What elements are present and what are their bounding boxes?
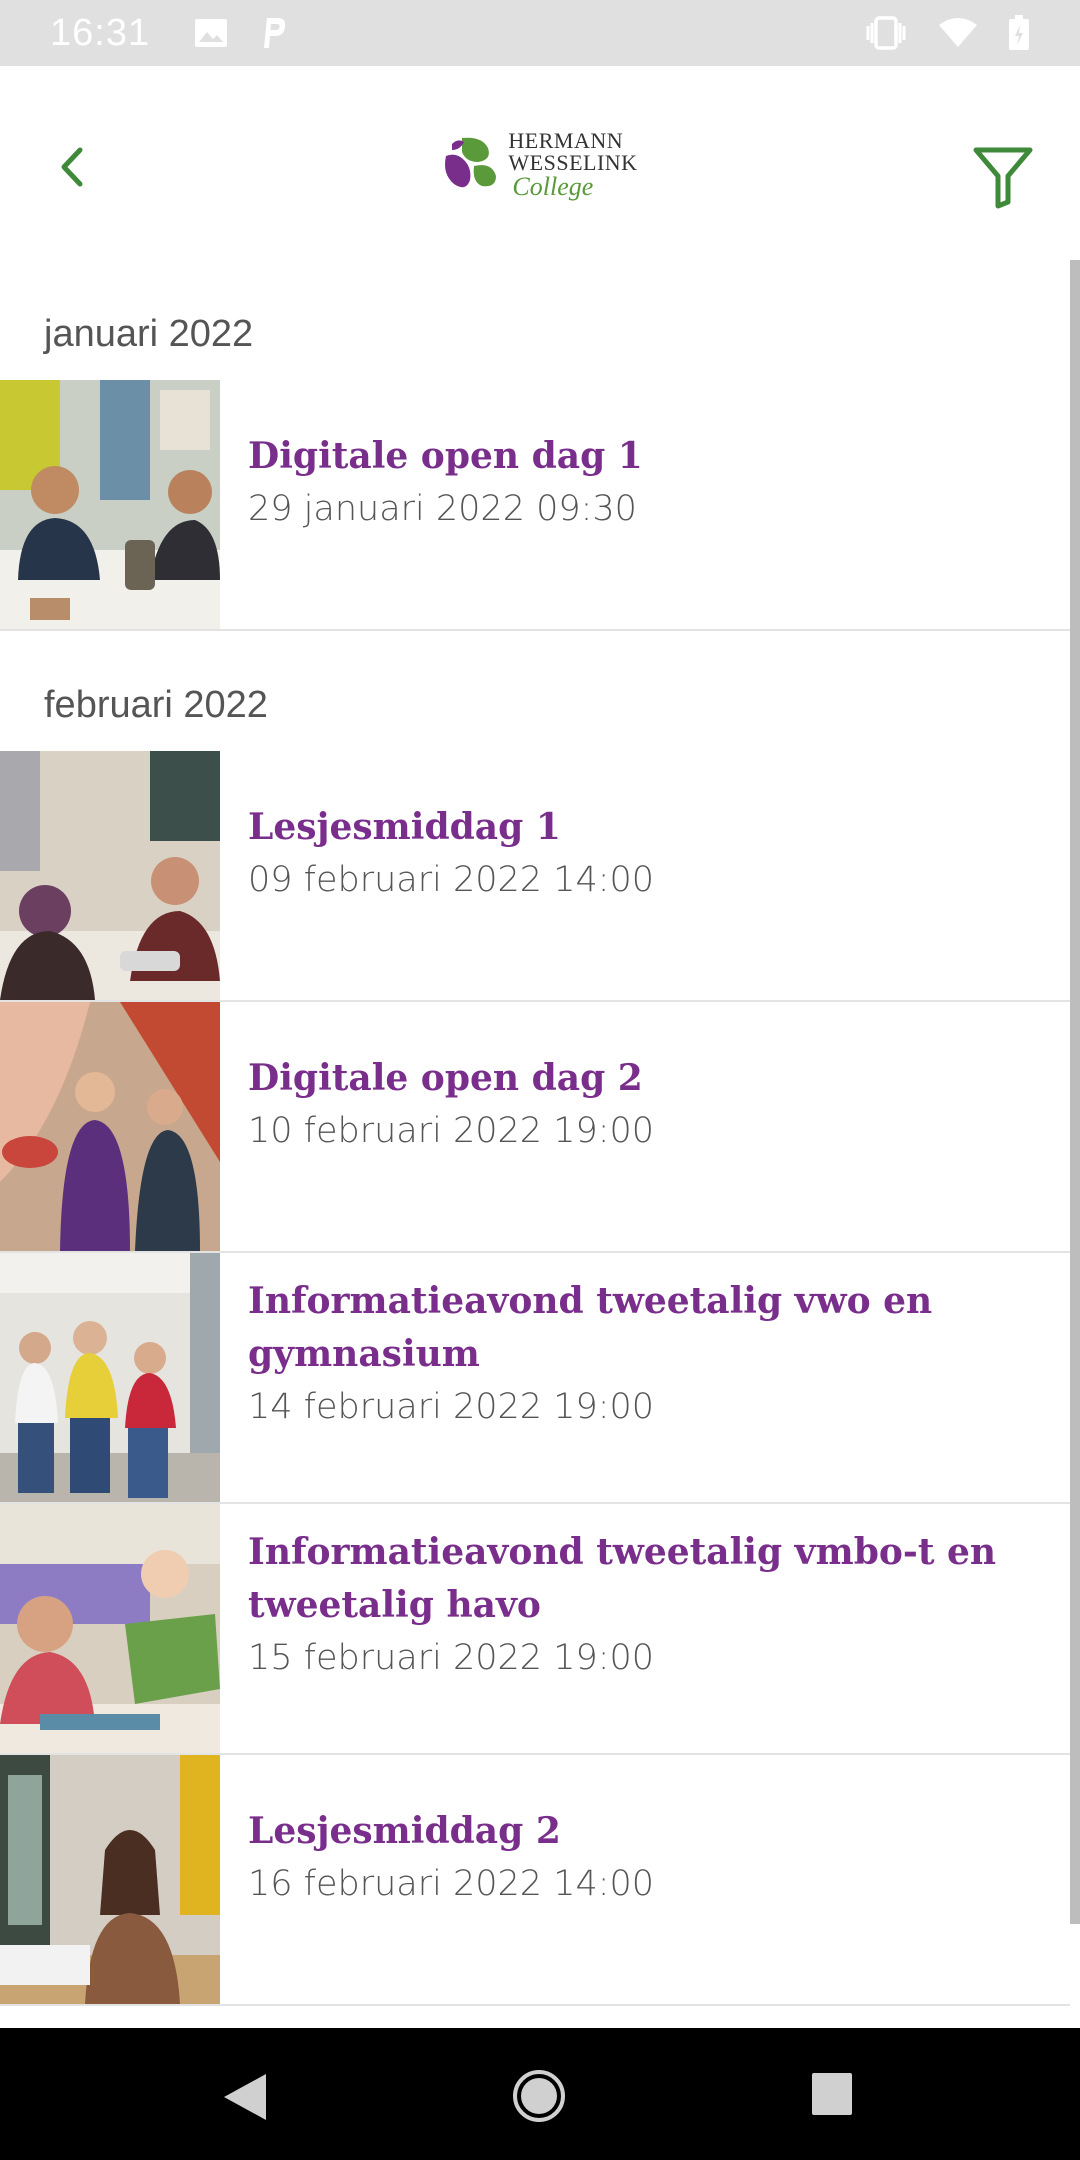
event-thumbnail	[0, 751, 220, 1000]
event-row[interactable]: Digitale open dag 1 29 januari 2022 09:3…	[0, 380, 1070, 631]
status-bar: 16:31	[0, 0, 1080, 66]
event-title: Lesjesmiddag 2	[248, 1810, 561, 1852]
event-row[interactable]: Informatieavond tweetalig vmbo-t en twee…	[0, 1504, 1070, 1755]
event-title: Digitale open dag 2	[248, 1057, 643, 1099]
scrollbar[interactable]	[1070, 260, 1080, 1924]
filter-icon	[973, 147, 1033, 209]
recents-nav-icon[interactable]	[811, 2072, 853, 2116]
event-thumbnail	[0, 380, 220, 629]
event-thumbnail	[0, 1755, 220, 2004]
event-title: Informatieavond tweetalig vwo en gymnasi…	[248, 1280, 933, 1375]
filter-button[interactable]	[972, 144, 1034, 210]
battery-icon	[1008, 15, 1030, 51]
event-row[interactable]: Informatieavond tweetalig vwo en gymnasi…	[0, 1253, 1070, 1504]
back-button[interactable]	[50, 142, 94, 192]
wifi-icon	[938, 17, 978, 49]
school-logo: HERMANN WESSELINK College	[438, 130, 637, 200]
app-bar: HERMANN WESSELINK College	[0, 66, 1080, 260]
parking-icon	[258, 16, 288, 50]
chevron-left-icon	[61, 147, 83, 187]
event-date: 29 januari 2022 09:30	[248, 489, 637, 529]
section-header-januari: januari 2022	[44, 313, 254, 355]
event-date: 10 februari 2022 19:00	[248, 1111, 655, 1151]
logo-line-1: HERMANN	[508, 128, 624, 153]
section-header-februari: februari 2022	[44, 684, 268, 726]
event-title: Informatieavond tweetalig vmbo-t en twee…	[248, 1531, 997, 1626]
event-date: 15 februari 2022 19:00	[248, 1638, 655, 1678]
home-nav-icon[interactable]	[511, 2068, 567, 2124]
back-nav-icon[interactable]	[222, 2072, 268, 2122]
event-date: 14 februari 2022 19:00	[248, 1387, 655, 1427]
event-row[interactable]: Lesjesmiddag 1 09 februari 2022 14:00	[0, 751, 1070, 1002]
logo-line-2: WESSELINK	[508, 150, 638, 175]
event-date: 16 februari 2022 14:00	[248, 1864, 655, 1904]
system-nav-bar	[0, 2028, 1080, 2160]
event-thumbnail	[0, 1504, 220, 1753]
event-title: Lesjesmiddag 1	[248, 806, 561, 848]
event-thumbnail	[0, 1002, 220, 1251]
status-time: 16:31	[50, 11, 151, 54]
vibrate-icon	[864, 16, 908, 50]
event-date: 09 februari 2022 14:00	[248, 860, 655, 900]
event-list[interactable]: januari 2022 Digitale open dag 1 29 janu…	[0, 260, 1080, 2028]
logo-line-3: College	[512, 172, 594, 201]
event-title: Digitale open dag 1	[248, 435, 643, 477]
event-row[interactable]: Lesjesmiddag 2 16 februari 2022 14:00	[0, 1755, 1070, 2006]
event-row[interactable]: Digitale open dag 2 10 februari 2022 19:…	[0, 1002, 1070, 1253]
logo-mark-icon	[445, 137, 497, 188]
image-icon	[194, 18, 228, 48]
event-thumbnail	[0, 1253, 220, 1502]
